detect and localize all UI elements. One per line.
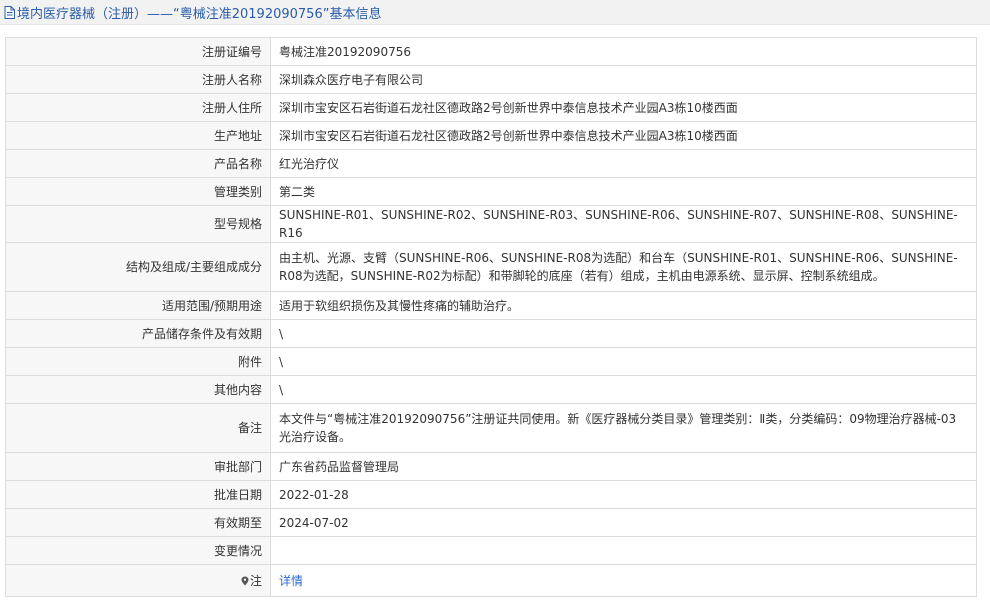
- table-row: 型号规格 SUNSHINE-R01、SUNSHINE-R02、SUNSHINE-…: [5, 205, 977, 243]
- table-row: 批准日期 2022-01-28: [5, 480, 977, 509]
- row-label: 注册证编号: [5, 37, 271, 66]
- row-value: \: [270, 347, 977, 376]
- row-value: 深圳市宝安区石岩街道石龙社区德政路2号创新世界中泰信息技术产业园A3栋10楼西面: [270, 121, 977, 150]
- row-value: \: [270, 319, 977, 348]
- table-row: 审批部门 广东省药品监督管理局: [5, 452, 977, 481]
- row-label: 型号规格: [5, 205, 271, 243]
- document-icon: [4, 5, 15, 19]
- row-value: 深圳市宝安区石岩街道石龙社区德政路2号创新世界中泰信息技术产业园A3栋10楼西面: [270, 93, 977, 122]
- table-row: 管理类别 第二类: [5, 177, 977, 206]
- row-value: 本文件与“粤械注准20192090756”注册证共同使用。新《医疗器械分类目录》…: [270, 403, 977, 453]
- row-label: 其他内容: [5, 375, 271, 404]
- note-label: 注: [249, 573, 262, 588]
- table-row: 注册证编号 粤械注准20192090756: [5, 37, 977, 66]
- row-value: 适用于软组织损伤及其慢性疼痛的辅助治疗。: [270, 291, 977, 320]
- row-label: 注册人名称: [5, 65, 271, 94]
- row-label: 有效期至: [5, 508, 271, 537]
- row-value: 深圳森众医疗电子有限公司: [270, 65, 977, 94]
- table-row: 有效期至 2024-07-02: [5, 508, 977, 537]
- page-title-bar: 境内医疗器械（注册）——“粤械注准20192090756”基本信息: [0, 0, 990, 25]
- table-row: 适用范围/预期用途 适用于软组织损伤及其慢性疼痛的辅助治疗。: [5, 291, 977, 320]
- row-label: 附件: [5, 347, 271, 376]
- table-row: 变更情况: [5, 536, 977, 565]
- info-table: 注册证编号 粤械注准20192090756 注册人名称 深圳森众医疗电子有限公司…: [5, 37, 977, 597]
- row-label: 审批部门: [5, 452, 271, 481]
- note-label-cell: 注: [5, 564, 271, 597]
- info-table-container: 注册证编号 粤械注准20192090756 注册人名称 深圳森众医疗电子有限公司…: [5, 37, 977, 597]
- row-value: [270, 536, 977, 565]
- row-value: 第二类: [270, 177, 977, 206]
- row-value: 红光治疗仪: [270, 149, 977, 178]
- page-title: 境内医疗器械（注册）——“粤械注准20192090756”基本信息: [17, 6, 382, 22]
- row-value: 粤械注准20192090756: [270, 37, 977, 66]
- row-label: 注册人住所: [5, 93, 271, 122]
- row-label: 备注: [5, 403, 271, 453]
- row-label: 适用范围/预期用途: [5, 291, 271, 320]
- row-label: 结构及组成/主要组成成分: [5, 242, 271, 292]
- table-row-note: 注 详情: [5, 564, 977, 597]
- table-row: 注册人名称 深圳森众医疗电子有限公司: [5, 65, 977, 94]
- table-row: 结构及组成/主要组成成分 由主机、光源、支臂（SUNSHINE-R06、SUNS…: [5, 242, 977, 292]
- table-row: 生产地址 深圳市宝安区石岩街道石龙社区德政路2号创新世界中泰信息技术产业园A3栋…: [5, 121, 977, 150]
- note-value-cell: 详情: [270, 564, 977, 597]
- table-row: 产品名称 红光治疗仪: [5, 149, 977, 178]
- row-value: 广东省药品监督管理局: [270, 452, 977, 481]
- details-link[interactable]: 详情: [279, 574, 303, 588]
- row-value: 2022-01-28: [270, 480, 977, 509]
- row-label: 管理类别: [5, 177, 271, 206]
- row-label: 产品储存条件及有效期: [5, 319, 271, 348]
- row-value: \: [270, 375, 977, 404]
- row-value: 2024-07-02: [270, 508, 977, 537]
- row-label: 批准日期: [5, 480, 271, 509]
- row-value: SUNSHINE-R01、SUNSHINE-R02、SUNSHINE-R03、S…: [270, 205, 977, 243]
- location-pin-icon: [241, 573, 249, 585]
- table-row: 产品储存条件及有效期 \: [5, 319, 977, 348]
- row-label: 生产地址: [5, 121, 271, 150]
- row-label: 产品名称: [5, 149, 271, 178]
- table-row: 其他内容 \: [5, 375, 977, 404]
- table-row: 附件 \: [5, 347, 977, 376]
- row-value: 由主机、光源、支臂（SUNSHINE-R06、SUNSHINE-R08为选配）和…: [270, 242, 977, 292]
- row-label: 变更情况: [5, 536, 271, 565]
- table-row: 注册人住所 深圳市宝安区石岩街道石龙社区德政路2号创新世界中泰信息技术产业园A3…: [5, 93, 977, 122]
- table-row: 备注 本文件与“粤械注准20192090756”注册证共同使用。新《医疗器械分类…: [5, 403, 977, 453]
